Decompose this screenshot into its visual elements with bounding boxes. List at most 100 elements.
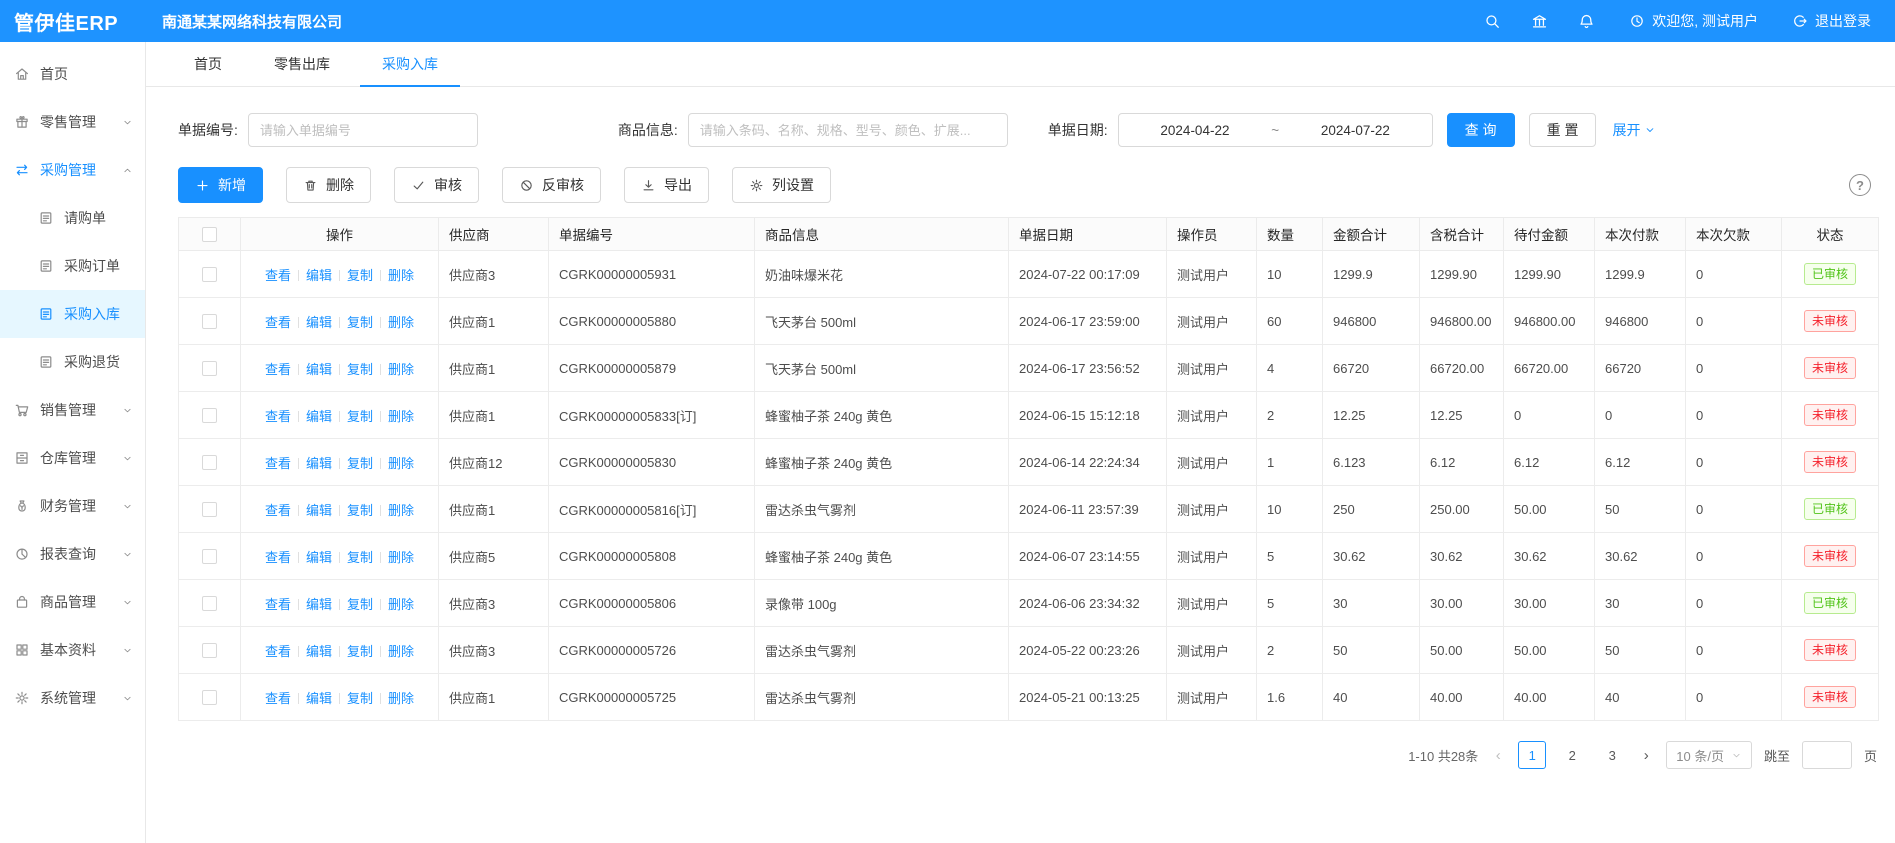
row-action-2[interactable]: 复制 — [347, 691, 373, 706]
sidebar-item-0[interactable]: 首页 — [0, 50, 145, 98]
row-action-3[interactable]: 删除 — [388, 268, 414, 283]
row-checkbox[interactable] — [202, 455, 217, 470]
row-action-1[interactable]: 编辑 — [306, 362, 332, 377]
sidebar-item-3[interactable]: 请购单 — [0, 194, 145, 242]
select-all-checkbox[interactable] — [202, 227, 217, 242]
row-checkbox[interactable] — [202, 314, 217, 329]
goods-input[interactable] — [688, 113, 1008, 147]
search-button[interactable]: 查 询 — [1447, 113, 1515, 147]
prev-page-button[interactable]: ‹ — [1490, 747, 1506, 764]
row-action-2[interactable]: 复制 — [347, 409, 373, 424]
row-action-3[interactable]: 删除 — [388, 362, 414, 377]
row-action-2[interactable]: 复制 — [347, 550, 373, 565]
sidebar-item-4[interactable]: 采购订单 — [0, 242, 145, 290]
cell-amount: 40 — [1323, 674, 1420, 721]
row-action-2[interactable]: 复制 — [347, 597, 373, 612]
sidebar-item-8[interactable]: 仓库管理 — [0, 434, 145, 482]
row-action-1[interactable]: 编辑 — [306, 456, 332, 471]
sidebar-item-1[interactable]: 零售管理 — [0, 98, 145, 146]
sidebar-item-11[interactable]: 商品管理 — [0, 578, 145, 626]
date-to[interactable]: 2024-07-22 — [1321, 123, 1390, 138]
sidebar-item-12[interactable]: 基本资料 — [0, 626, 145, 674]
row-action-1[interactable]: 编辑 — [306, 503, 332, 518]
row-checkbox[interactable] — [202, 596, 217, 611]
sidebar-item-10[interactable]: 报表查询 — [0, 530, 145, 578]
jump-page-input[interactable] — [1802, 741, 1852, 769]
row-action-0[interactable]: 查看 — [265, 503, 291, 518]
row-action-1[interactable]: 编辑 — [306, 315, 332, 330]
sidebar-item-5[interactable]: 采购入库 — [0, 290, 145, 338]
tab-1[interactable]: 零售出库 — [248, 42, 356, 86]
row-checkbox[interactable] — [202, 408, 217, 423]
sidebar-item-6[interactable]: 采购退货 — [0, 338, 145, 386]
row-action-0[interactable]: 查看 — [265, 691, 291, 706]
row-action-0[interactable]: 查看 — [265, 597, 291, 612]
sidebar-item-13[interactable]: 系统管理 — [0, 674, 145, 722]
row-action-0[interactable]: 查看 — [265, 409, 291, 424]
search-icon[interactable] — [1484, 13, 1501, 30]
column-header: 本次欠款 — [1686, 218, 1782, 251]
row-action-1[interactable]: 编辑 — [306, 268, 332, 283]
row-checkbox[interactable] — [202, 502, 217, 517]
row-checkbox[interactable] — [202, 643, 217, 658]
cell-qty: 5 — [1257, 580, 1323, 627]
row-action-3[interactable]: 删除 — [388, 597, 414, 612]
export-button[interactable]: 导出 — [624, 167, 709, 203]
row-action-0[interactable]: 查看 — [265, 456, 291, 471]
sidebar-item-7[interactable]: 销售管理 — [0, 386, 145, 434]
tab-2[interactable]: 采购入库 — [356, 42, 464, 86]
unaudit-button[interactable]: 反审核 — [502, 167, 601, 203]
row-action-2[interactable]: 复制 — [347, 362, 373, 377]
row-action-2[interactable]: 复制 — [347, 503, 373, 518]
row-action-2[interactable]: 复制 — [347, 268, 373, 283]
tab-0[interactable]: 首页 — [168, 42, 248, 86]
row-action-0[interactable]: 查看 — [265, 362, 291, 377]
row-action-3[interactable]: 删除 — [388, 315, 414, 330]
row-checkbox[interactable] — [202, 690, 217, 705]
date-from[interactable]: 2024-04-22 — [1160, 123, 1229, 138]
row-action-3[interactable]: 删除 — [388, 503, 414, 518]
audit-button[interactable]: 审核 — [394, 167, 479, 203]
row-action-1[interactable]: 编辑 — [306, 550, 332, 565]
bell-icon[interactable] — [1578, 13, 1595, 30]
page-size-select[interactable]: 10 条/页 — [1666, 741, 1752, 769]
add-button[interactable]: 新增 — [178, 167, 263, 203]
row-action-1[interactable]: 编辑 — [306, 597, 332, 612]
row-action-3[interactable]: 删除 — [388, 550, 414, 565]
row-action-2[interactable]: 复制 — [347, 315, 373, 330]
row-action-2[interactable]: 复制 — [347, 456, 373, 471]
reset-button[interactable]: 重 置 — [1529, 113, 1597, 147]
row-action-3[interactable]: 删除 — [388, 691, 414, 706]
page-button-1[interactable]: 1 — [1518, 741, 1546, 769]
header-checkbox-cell — [179, 218, 241, 251]
row-action-1[interactable]: 编辑 — [306, 691, 332, 706]
row-action-3[interactable]: 删除 — [388, 409, 414, 424]
page-button-2[interactable]: 2 — [1558, 741, 1586, 769]
bill-no-input[interactable] — [248, 113, 478, 147]
row-action-1[interactable]: 编辑 — [306, 644, 332, 659]
row-action-3[interactable]: 删除 — [388, 644, 414, 659]
row-checkbox[interactable] — [202, 267, 217, 282]
date-range-picker[interactable]: 2024-04-22 ~ 2024-07-22 — [1118, 113, 1433, 147]
bank-icon[interactable] — [1531, 13, 1548, 30]
expand-toggle[interactable]: 展开 — [1612, 120, 1656, 140]
logout-button[interactable]: 退出登录 — [1792, 11, 1871, 31]
next-page-button[interactable]: › — [1638, 747, 1654, 764]
row-action-0[interactable]: 查看 — [265, 315, 291, 330]
page-button-3[interactable]: 3 — [1598, 741, 1626, 769]
column-settings-button[interactable]: 列设置 — [732, 167, 831, 203]
row-action-2[interactable]: 复制 — [347, 644, 373, 659]
help-icon[interactable]: ? — [1849, 174, 1871, 196]
row-checkbox[interactable] — [202, 361, 217, 376]
row-action-0[interactable]: 查看 — [265, 268, 291, 283]
row-action-0[interactable]: 查看 — [265, 644, 291, 659]
row-action-1[interactable]: 编辑 — [306, 409, 332, 424]
row-action-3[interactable]: 删除 — [388, 456, 414, 471]
row-action-0[interactable]: 查看 — [265, 550, 291, 565]
sidebar-item-label: 系统管理 — [40, 688, 96, 708]
row-checkbox[interactable] — [202, 549, 217, 564]
delete-button[interactable]: 删除 — [286, 167, 371, 203]
sidebar-item-9[interactable]: 财务管理 — [0, 482, 145, 530]
sidebar-item-2[interactable]: 采购管理 — [0, 146, 145, 194]
welcome-user[interactable]: 欢迎您, 测试用户 — [1629, 11, 1758, 31]
